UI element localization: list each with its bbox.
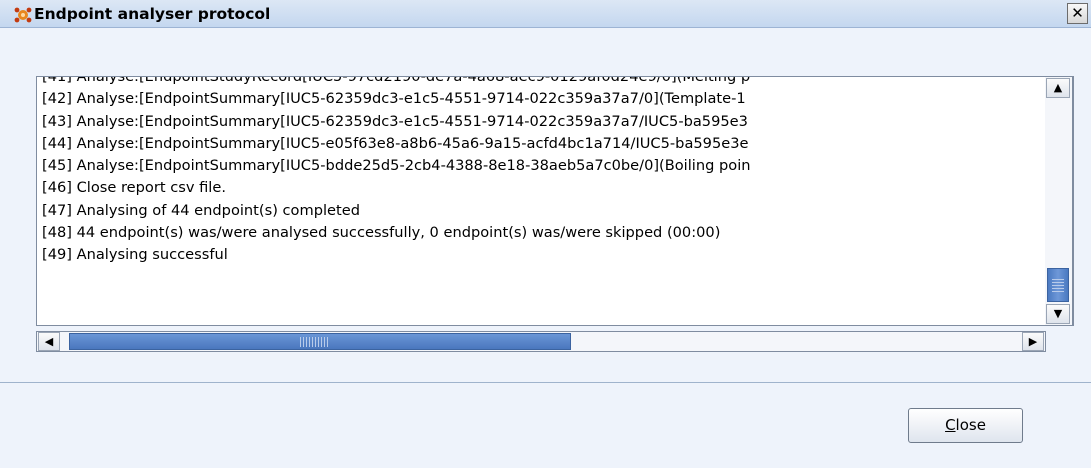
grip-icon [1052,278,1064,292]
window-title: Endpoint analyser protocol [34,5,271,23]
log-line: [44] Analyse:[EndpointSummary[IUC5-e05f6… [42,134,749,152]
scrollbar-corner [1046,331,1074,352]
scroll-down-button[interactable]: ▼ [1046,304,1070,324]
vertical-scrollbar[interactable]: ▲ ▼ [1045,76,1073,326]
log-text-area[interactable]: [41] Analyse:[EndpointStudyRecord[IUC5-9… [36,76,1074,326]
log-line: [48] 44 endpoint(s) was/were analysed su… [42,224,721,242]
horizontal-scroll-thumb[interactable] [69,333,571,350]
scroll-left-button[interactable]: ◀ [38,332,60,351]
horizontal-scrollbar[interactable]: ◀ ▶ [36,331,1046,352]
log-line: [42] Analyse:[EndpointSummary[IUC5-62359… [42,90,746,108]
arrow-right-icon: ▶ [1028,335,1038,348]
log-line: [47] Analysing of 44 endpoint(s) complet… [42,201,360,219]
log-line: [49] Analysing successful [42,246,228,264]
window-close-button[interactable]: ✕ [1067,3,1088,24]
log-lines: [41] Analyse:[EndpointStudyRecord[IUC5-9… [42,76,751,267]
endpoint-analyser-dialog: Endpoint analyser protocol ✕ [41] Analys… [0,0,1091,468]
log-line: [46] Close report csv file. [42,179,226,197]
scroll-right-button[interactable]: ▶ [1022,332,1044,351]
arrow-down-icon: ▼ [1053,307,1063,320]
close-button[interactable]: Close [908,408,1023,443]
app-icon [14,7,32,23]
footer-divider [0,382,1091,383]
log-line: [45] Analyse:[EndpointSummary[IUC5-bdde2… [42,157,751,175]
vertical-scroll-thumb[interactable] [1047,268,1069,302]
close-icon: ✕ [1071,4,1084,22]
close-button-mnemonic: C [945,416,956,434]
close-button-label: lose [955,416,986,434]
arrow-up-icon: ▲ [1053,81,1063,94]
scroll-up-button[interactable]: ▲ [1046,78,1070,98]
arrow-left-icon: ◀ [44,335,54,348]
log-line: [41] Analyse:[EndpointStudyRecord[IUC5-9… [42,76,751,85]
title-bar[interactable]: Endpoint analyser protocol ✕ [0,0,1091,28]
log-line: [43] Analyse:[EndpointSummary[IUC5-62359… [42,112,748,130]
grip-icon [300,337,328,347]
